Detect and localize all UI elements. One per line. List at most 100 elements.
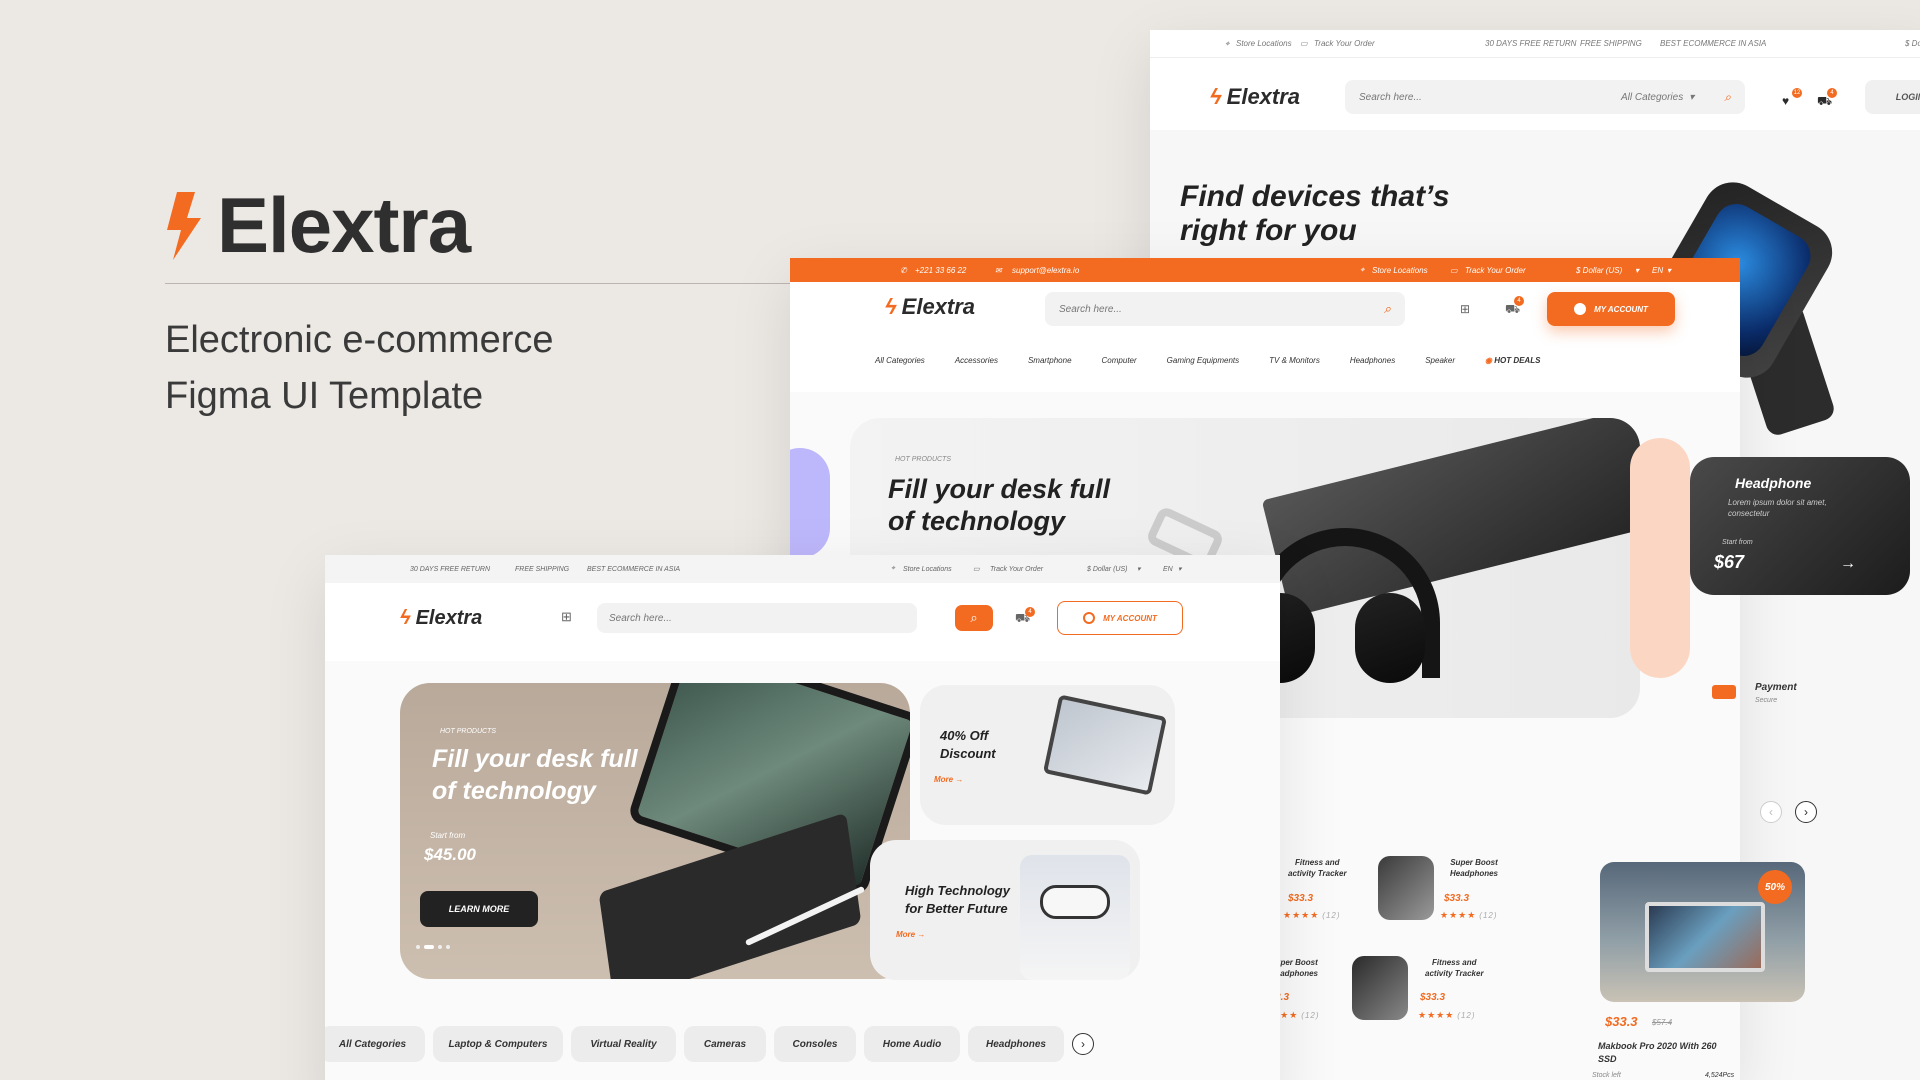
fire-icon: ◉ [1485,356,1495,365]
nav-hot-deals[interactable]: ◉ HOT DEALS [1485,356,1540,365]
hero-line-1: Fill your desk full [888,474,1111,504]
category-pill-vr[interactable]: Virtual Reality [571,1026,676,1062]
cart-badge: 4 [1827,88,1837,98]
heart-icon[interactable]: ♥ [1782,94,1789,108]
track-order-link[interactable]: Track Your Order [990,566,1043,573]
mid-logo[interactable]: ϟ Elextra [885,294,975,320]
currency-select[interactable]: $ Dol [1905,39,1920,48]
search-placeholder: Search here... [1059,303,1122,315]
carousel-next-button[interactable]: › [1795,801,1817,823]
category-nav: All Categories Accessories Smartphone Co… [875,356,1540,365]
nav-headphones[interactable]: Headphones [1350,356,1395,365]
my-account-button[interactable]: MY ACCOUNT [1057,601,1183,635]
product-name[interactable]: Super Boost Headphones [1450,857,1498,879]
nav-smartphone[interactable]: Smartphone [1028,356,1072,365]
nav-all-categories[interactable]: All Categories [875,356,925,365]
mid-search-input[interactable]: Search here... ⌕ [1045,292,1405,326]
email-link[interactable]: support@elextra.io [1012,266,1079,275]
category-pill-headphones[interactable]: Headphones [968,1026,1064,1062]
chevron-down-icon: ▾ [1689,91,1695,103]
promo-card-discount[interactable]: 40% Off Discount More → [920,685,1175,825]
logo-text: Elextra [415,607,483,629]
promo-card-vr[interactable]: High Technology for Better Future More → [870,840,1140,980]
currency-select[interactable]: $ Dollar (US) [1087,566,1127,573]
store-locations-link[interactable]: Store Locations [1236,39,1292,48]
pin-icon: ⌖ [891,565,895,572]
chevron-left-icon: ‹ [1769,805,1773,819]
product-line-2: Headphones [1450,869,1499,878]
back-topbar: ⌖ Store Locations ▭ Track Your Order 30 … [1150,30,1920,58]
nav-tv-monitors[interactable]: TV & Monitors [1269,356,1320,365]
free-return-text: 30 DAYS FREE RETURN [1485,39,1577,48]
search-icon: ⌕ [970,610,978,625]
card-title: Headphone [1735,475,1812,491]
language-select[interactable]: EN [1163,566,1173,573]
product-thumb[interactable] [1378,856,1434,920]
decor-peach-shape [1630,438,1690,678]
arrow-right-icon: → [955,775,964,784]
category-pill-consoles[interactable]: Consoles [774,1026,856,1062]
category-pill-all[interactable]: All Categories [325,1026,425,1062]
currency-select[interactable]: $ Dollar (US) [1576,266,1622,275]
nav-speaker[interactable]: Speaker [1425,356,1455,365]
login-button[interactable]: LOGIN [1865,80,1920,114]
phone-number[interactable]: +221 33 66 22 [915,266,966,275]
laptop-image [1042,694,1168,796]
card-desc: Lorem ipsum dolor sit amet, consectetur [1728,497,1827,519]
sale-product-name[interactable]: Makbook Pro 2020 With 260 SSD [1598,1040,1798,1066]
truck-icon: ▭ [973,566,980,573]
carousel-prev-button[interactable]: ‹ [1760,801,1782,823]
category-pill-home-audio[interactable]: Home Audio [864,1026,960,1062]
language-select[interactable]: EN [1652,266,1663,275]
track-order-link[interactable]: Track Your Order [1465,266,1526,275]
truck-icon: ▭ [1450,265,1458,275]
grid-icon[interactable]: ⊞ [561,609,572,625]
product-line-1: Fitness and [1432,958,1477,967]
review-count: (12) [1322,911,1341,920]
category-pill-laptop[interactable]: Laptop & Computers [433,1026,563,1062]
mockup-front-panel: 30 DAYS FREE RETURN FREE SHIPPING BEST E… [325,555,1280,1080]
product-name-line-1: Makbook Pro 2020 With 260 [1598,1041,1717,1051]
category-pill-cameras[interactable]: Cameras [684,1026,766,1062]
search-button[interactable]: ⌕ [955,605,993,631]
free-shipping-text: FREE SHIPPING [515,565,570,573]
arrow-right-icon[interactable]: → [1840,555,1856,573]
front-search-input[interactable]: Search here... [597,603,917,633]
promo-line-1: 40% Off [940,728,989,743]
category-select[interactable]: All Categories [1621,92,1683,103]
hero-title: Fill your desk full of technology [888,473,1110,537]
arrow-right-icon: → [917,930,926,939]
store-locations-link[interactable]: Store Locations [1372,266,1428,275]
free-return-text: 30 DAYS FREE RETURN [410,565,490,573]
nav-gaming-equipments[interactable]: Gaming Equipments [1167,356,1239,365]
category-next-button[interactable]: › [1072,1033,1094,1055]
carousel-dots[interactable] [416,945,450,949]
product-name[interactable]: Fitness and activity Tracker [1288,857,1347,879]
promo-more-link[interactable]: More → [896,930,925,939]
track-order-link[interactable]: Track Your Order [1314,39,1375,48]
product-name[interactable]: Fitness and activity Tracker [1425,957,1484,979]
search-icon[interactable]: ⌕ [1384,301,1391,317]
search-placeholder: Search here... [609,612,672,624]
best-ecommerce-text: BEST ECOMMERCE IN ASIA [1660,39,1767,48]
search-icon[interactable]: ⌕ [1724,90,1731,105]
grid-icon[interactable]: ⊞ [1460,302,1470,316]
my-account-button[interactable]: MY ACCOUNT [1547,292,1675,326]
nav-accessories[interactable]: Accessories [955,356,998,365]
promo-more-link[interactable]: More → [934,775,963,784]
back-search-input[interactable]: Search here... All Categories ▾ ⌕ [1345,80,1745,114]
my-account-label: MY ACCOUNT [1103,613,1157,623]
back-logo[interactable]: ϟ Elextra [1210,84,1300,110]
front-logo[interactable]: ϟ Elextra [400,607,482,630]
chevron-right-icon: › [1804,805,1808,819]
product-price: $33.3 [1444,893,1470,904]
hero-line-2: of technology [888,506,1065,536]
credit-card-icon [1712,685,1736,699]
learn-more-button[interactable]: LEARN MORE [420,891,538,927]
chevron-down-icon: ▾ [1667,265,1672,275]
nav-computer[interactable]: Computer [1102,356,1137,365]
pin-icon: ⌖ [1360,265,1365,274]
store-locations-link[interactable]: Store Locations [903,566,952,573]
product-thumb[interactable] [1352,956,1408,1020]
headphone-category-card[interactable]: Headphone Lorem ipsum dolor sit amet, co… [1690,457,1910,595]
